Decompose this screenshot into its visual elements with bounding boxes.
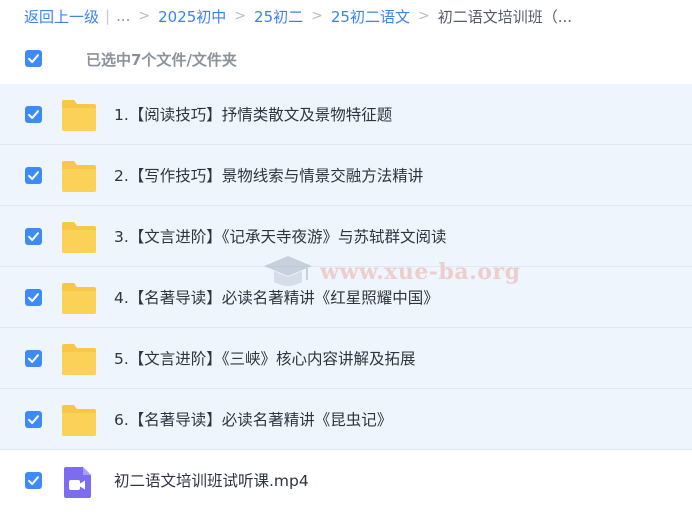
file-name[interactable]: 5.【文言进阶】《三峡》核心内容讲解及拓展 — [114, 347, 416, 369]
folder-icon — [62, 283, 96, 314]
list-item[interactable]: 1.【阅读技巧】抒情类散文及景物特征题 — [0, 84, 692, 145]
breadcrumb-current: 初二语文培训班（... — [437, 7, 573, 26]
file-name[interactable]: 4.【名著导读】必读名著精讲《红星照耀中国》 — [114, 286, 439, 308]
back-link[interactable]: 返回上一级 — [24, 6, 99, 27]
row-checkbox[interactable] — [25, 289, 42, 306]
folder-icon — [62, 100, 96, 131]
row-checkbox[interactable] — [25, 350, 42, 367]
list-item[interactable]: 6.【名著导读】必读名著精讲《昆虫记》 — [0, 389, 692, 450]
check-icon — [28, 415, 39, 424]
folder-icon — [62, 222, 96, 253]
file-list: 1.【阅读技巧】抒情类散文及景物特征题 2.【写作技巧】景物线索与情景交融方法精… — [0, 84, 692, 514]
row-checkbox[interactable] — [25, 228, 42, 245]
selection-header: 已选中7个文件/文件夹 — [0, 38, 692, 80]
check-icon — [28, 171, 39, 180]
list-item[interactable]: 5.【文言进阶】《三峡》核心内容讲解及拓展 — [0, 328, 692, 389]
breadcrumb-item-25-chinese[interactable]: 25初二语文 — [331, 6, 410, 27]
check-icon — [28, 54, 39, 63]
file-name[interactable]: 2.【写作技巧】景物线索与情景交融方法精讲 — [114, 164, 423, 186]
video-file-icon — [64, 467, 91, 498]
list-item[interactable]: 4.【名著导读】必读名著精讲《红星照耀中国》 — [0, 267, 692, 328]
select-all-checkbox[interactable] — [25, 50, 42, 67]
file-name[interactable]: 6.【名著导读】必读名著精讲《昆虫记》 — [114, 408, 392, 430]
file-name[interactable]: 1.【阅读技巧】抒情类散文及景物特征题 — [114, 103, 392, 125]
folder-icon — [62, 161, 96, 192]
check-icon — [28, 476, 39, 485]
breadcrumb-item-25-grade8[interactable]: 25初二 — [254, 6, 303, 27]
chevron-right-icon: > — [234, 8, 247, 24]
file-name[interactable]: 初二语文培训班试听课.mp4 — [114, 469, 309, 491]
check-icon — [28, 110, 39, 119]
breadcrumb-item-2025[interactable]: 2025初中 — [158, 6, 226, 27]
list-item[interactable]: 初二语文培训班试听课.mp4 — [0, 450, 692, 514]
check-icon — [28, 293, 39, 302]
breadcrumb-divider: | — [105, 7, 111, 25]
selection-count-label: 已选中7个文件/文件夹 — [86, 51, 237, 69]
list-item[interactable]: 3.【文言进阶】《记承天寺夜游》与苏轼群文阅读 — [0, 206, 692, 267]
file-name[interactable]: 3.【文言进阶】《记承天寺夜游》与苏轼群文阅读 — [114, 225, 447, 247]
breadcrumb-ellipsis[interactable]: ... — [116, 7, 130, 25]
row-checkbox[interactable] — [25, 472, 42, 489]
folder-icon — [62, 405, 96, 436]
row-checkbox[interactable] — [25, 106, 42, 123]
chevron-right-icon: > — [417, 8, 430, 24]
row-checkbox[interactable] — [25, 167, 42, 184]
row-checkbox[interactable] — [25, 411, 42, 428]
check-icon — [28, 232, 39, 241]
folder-icon — [62, 344, 96, 375]
list-item[interactable]: 2.【写作技巧】景物线索与情景交融方法精讲 — [0, 145, 692, 206]
breadcrumb: 返回上一级 | ... > 2025初中 > 25初二 > 25初二语文 > 初… — [0, 0, 692, 32]
chevron-right-icon: > — [138, 8, 151, 24]
check-icon — [28, 354, 39, 363]
chevron-right-icon: > — [311, 8, 323, 24]
